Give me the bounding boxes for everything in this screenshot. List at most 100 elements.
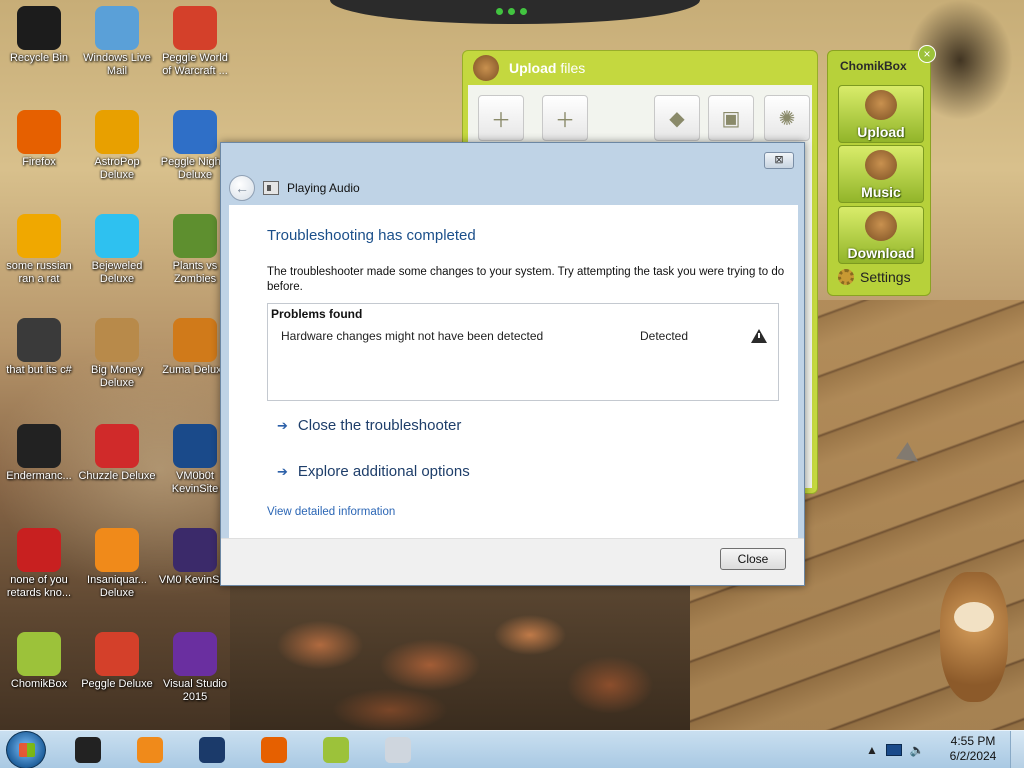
show-desktop-button[interactable] — [1010, 731, 1024, 768]
desktop-icon-label: AstroPop Deluxe — [94, 156, 140, 181]
view-detailed-information-link[interactable]: View detailed information — [267, 506, 395, 518]
desktop-icon[interactable]: AstroPop Deluxe — [78, 104, 156, 182]
desktop-icon[interactable]: that but its c# — [0, 312, 78, 377]
add-folder-icon: ＋ — [555, 109, 575, 132]
clock-time: 4:55 PM — [950, 734, 996, 748]
desktop-icon[interactable]: none of you retards kno... — [0, 522, 78, 600]
firefox-icon — [17, 110, 61, 154]
chomikbox-music-button[interactable]: Music — [838, 145, 924, 203]
desktop-icon[interactable]: Big Money Deluxe — [78, 312, 156, 390]
dialog-description: The troubleshooter made some changes to … — [267, 266, 785, 293]
media-player-icon — [137, 737, 163, 763]
dialog-close-icon-button[interactable]: ⊠ — [764, 152, 794, 169]
explore-options-option[interactable]: ➔ Explore additional options — [277, 463, 470, 480]
desktop-icon-label: ChomikBox — [10, 678, 68, 690]
volume-icon[interactable]: 🔈 — [910, 743, 925, 757]
wallpaper-rocks — [230, 585, 690, 730]
hamster-button[interactable]: ◆ — [654, 95, 700, 141]
chomikbox-close-button[interactable]: × — [918, 45, 936, 63]
back-button[interactable]: ← — [229, 175, 255, 201]
fish-icon — [95, 528, 139, 572]
desktop-icon[interactable]: ChomikBox — [0, 626, 78, 691]
problem-row[interactable]: Hardware changes might not have been det… — [268, 326, 778, 348]
desktop-icon-label: Big Money Deluxe — [91, 364, 143, 389]
chomikbox-download-button[interactable]: Download — [838, 206, 924, 264]
hamster-download-icon — [865, 211, 897, 241]
dialog-heading: Troubleshooting has completed — [267, 227, 476, 244]
chuzzle-icon — [95, 424, 139, 468]
arrow-right-icon: ➔ — [277, 417, 288, 433]
hamster-upload-icon — [865, 90, 897, 120]
close-button[interactable]: Close — [720, 548, 786, 570]
peggle-icon — [173, 6, 217, 50]
dialog-content: Troubleshooting has completed The troubl… — [229, 205, 798, 538]
desktop-icon[interactable]: Recycle Bin — [0, 0, 78, 65]
start-button[interactable] — [6, 731, 46, 768]
desktop-icon[interactable]: Firefox — [0, 104, 78, 169]
clipboard-button[interactable]: ▣ — [708, 95, 754, 141]
dialog-footer: Close — [221, 538, 804, 585]
add-folder-button[interactable]: ＋ — [542, 95, 588, 141]
desktop-icon-label: some russian ran a rat — [6, 260, 72, 285]
terminal-icon — [75, 737, 101, 763]
taskbar-app-button[interactable] — [64, 734, 112, 766]
desktop-icon-label: Insaniquar... Deluxe — [87, 574, 147, 599]
peggle-nights-icon — [173, 110, 217, 154]
settings-button[interactable]: ✺ — [764, 95, 810, 141]
chomikbox-icon — [323, 737, 349, 763]
close-troubleshooter-option[interactable]: ➔ Close the troubleshooter — [277, 417, 461, 434]
plants-icon — [173, 214, 217, 258]
desktop-icon[interactable]: Bejeweled Deluxe — [78, 208, 156, 286]
monitor-icon[interactable] — [885, 744, 902, 756]
desktop-icon[interactable]: Endermanc... — [0, 418, 78, 483]
visual-studio-icon — [173, 632, 217, 676]
zuma-icon — [173, 318, 217, 362]
chomikbox-settings-button[interactable]: Settings — [838, 269, 911, 285]
chomikbox-title: ChomikBox — [840, 59, 907, 73]
desktop-icon-label: none of you retards kno... — [6, 574, 72, 599]
desktop-icon-label: Visual Studio 2015 — [162, 678, 227, 703]
taskbar-app-button[interactable] — [312, 734, 360, 766]
arrow-right-icon: ➔ — [277, 463, 288, 479]
clock-date: 6/2/2024 — [949, 749, 997, 763]
taskbar-app-button[interactable] — [374, 734, 422, 766]
chomikbox-icon — [17, 632, 61, 676]
money-bag-icon — [95, 318, 139, 362]
desktop-icon[interactable]: Peggle Deluxe — [78, 626, 156, 691]
warning-icon — [751, 329, 767, 343]
desktop-icon[interactable]: Windows Live Mail — [78, 0, 156, 78]
mouse-cursor-icon — [896, 442, 924, 470]
desktop-icon-label: Bejeweled Deluxe — [91, 260, 143, 285]
hamster-music-icon — [865, 150, 897, 180]
desktop-icon[interactable]: Visual Studio 2015 — [156, 626, 234, 704]
top-dock — [330, 0, 700, 24]
desktop-icon[interactable]: Insaniquar... Deluxe — [78, 522, 156, 600]
upload-window-title: Upload files — [463, 51, 817, 85]
desktop-icon[interactable]: Chuzzle Deluxe — [78, 418, 156, 483]
desktop-icon[interactable]: some russian ran a rat — [0, 208, 78, 286]
chomikbox-upload-button[interactable]: Upload — [838, 85, 924, 143]
file-icon — [385, 737, 411, 763]
firefox-icon — [261, 737, 287, 763]
desktop-icon[interactable]: Peggle World of Warcraft ... — [156, 0, 234, 78]
mail-icon — [95, 6, 139, 50]
desktop-icon-label: Chuzzle Deluxe — [78, 470, 156, 482]
clock[interactable]: 4:55 PM 6/2/2024 — [948, 734, 998, 764]
desktop-icon-label: that but its c# — [6, 364, 72, 376]
clipboard-icon: ▣ — [721, 107, 741, 130]
arrow-left-icon: ← — [235, 180, 249, 196]
taskbar-app-button[interactable] — [250, 734, 298, 766]
show-hidden-icons-icon[interactable]: ▲ — [866, 743, 878, 757]
de-icon — [17, 214, 61, 258]
problem-status: Detected — [640, 329, 689, 343]
window-stack-icon — [17, 318, 61, 362]
taskbar-app-button[interactable] — [126, 734, 174, 766]
speaker-icon — [263, 181, 279, 195]
monitor-icon — [173, 424, 217, 468]
problems-found-box: Problems found Hardware changes might no… — [267, 303, 779, 401]
desktop-icon-label: Firefox — [22, 156, 56, 168]
add-file-icon: ＋ — [491, 109, 511, 132]
add-file-button[interactable]: ＋ — [478, 95, 524, 141]
desktop-icon-label: Endermanc... — [6, 470, 72, 482]
taskbar-app-button[interactable] — [188, 734, 236, 766]
